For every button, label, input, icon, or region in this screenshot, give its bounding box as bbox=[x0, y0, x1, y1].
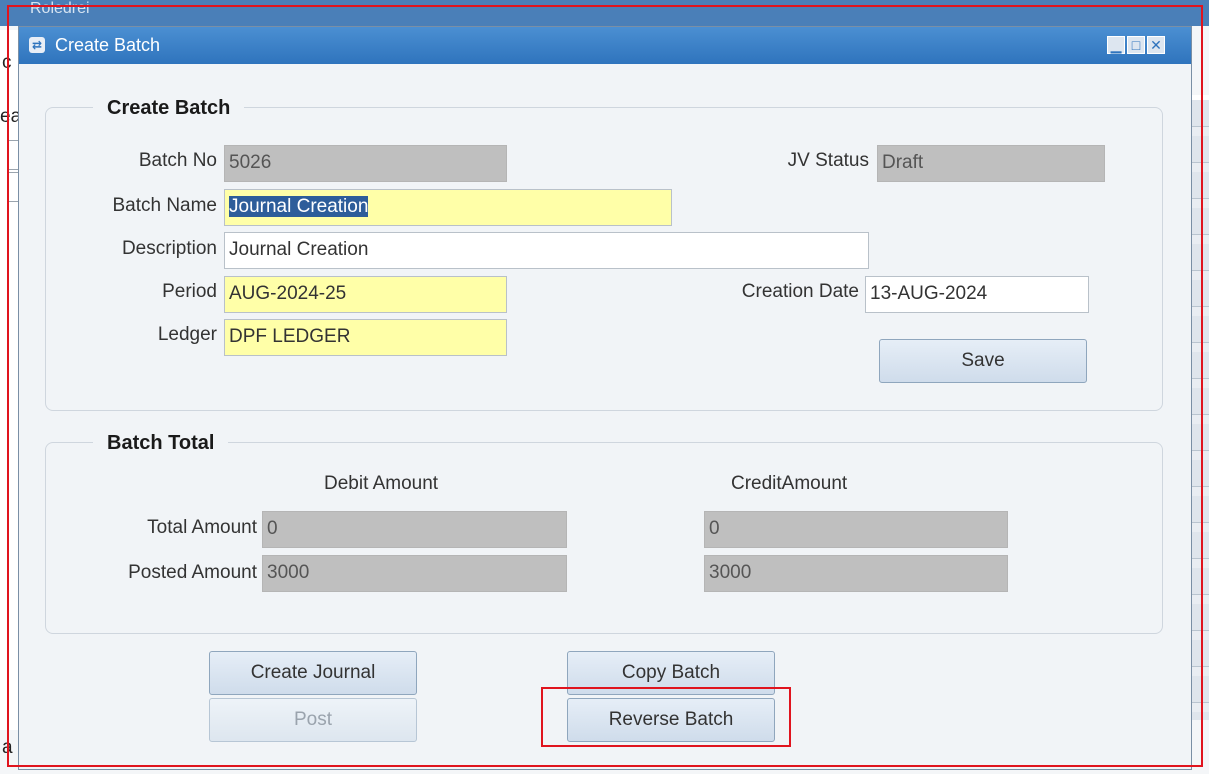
batch-name-label: Batch Name bbox=[112, 195, 217, 216]
posted-debit-field: 3000 bbox=[262, 555, 567, 592]
jv-status-label: JV Status bbox=[787, 150, 869, 171]
background-label-fragment: c bbox=[2, 52, 12, 73]
total-amount-label: Total Amount bbox=[147, 517, 257, 538]
posted-amount-label: Posted Amount bbox=[128, 562, 257, 583]
total-credit-field: 0 bbox=[704, 511, 1008, 548]
batch-name-value: Journal Creation bbox=[229, 196, 369, 217]
post-button[interactable]: Post bbox=[209, 698, 417, 742]
batch-total-group-title: Batch Total bbox=[93, 432, 229, 455]
batch-name-field[interactable]: Journal Creation bbox=[224, 189, 672, 226]
reverse-batch-button[interactable]: Reverse Batch bbox=[567, 698, 775, 742]
background-label-fragment: a bbox=[2, 737, 13, 758]
description-label: Description bbox=[121, 238, 217, 259]
maximize-icon[interactable]: □ bbox=[1127, 36, 1145, 54]
close-icon[interactable]: ✕ bbox=[1147, 36, 1165, 54]
creation-date-label: Creation Date bbox=[741, 281, 859, 302]
background-titlebar: Roledrei bbox=[0, 0, 1209, 26]
total-debit-field: 0 bbox=[262, 511, 567, 548]
batch-no-label: Batch No bbox=[138, 150, 217, 171]
save-button[interactable]: Save bbox=[879, 339, 1087, 383]
creation-date-field[interactable]: 13-AUG-2024 bbox=[865, 276, 1089, 313]
period-label: Period bbox=[162, 281, 217, 302]
jv-status-field: Draft bbox=[877, 145, 1105, 182]
credit-amount-header: CreditAmount bbox=[731, 473, 848, 494]
minimize-icon[interactable]: ▁ bbox=[1107, 36, 1125, 54]
ledger-label: Ledger bbox=[157, 324, 217, 345]
debit-amount-header: Debit Amount bbox=[324, 473, 439, 494]
period-field[interactable]: AUG-2024-25 bbox=[224, 276, 507, 313]
create-batch-group-title: Create Batch bbox=[93, 97, 245, 120]
window-app-icon: ⇄ bbox=[29, 37, 45, 53]
ledger-field[interactable]: DPF LEDGER bbox=[224, 319, 507, 356]
create-journal-button[interactable]: Create Journal bbox=[209, 651, 417, 695]
dialog-title: Create Batch bbox=[55, 35, 161, 55]
background-title: Roledrei bbox=[30, 0, 90, 17]
posted-credit-field: 3000 bbox=[704, 555, 1008, 592]
background-grid bbox=[1192, 100, 1209, 720]
batch-no-field: 5026 bbox=[224, 145, 507, 182]
create-batch-dialog: ⇄ Create Batch ▁ □ ✕ Create Batch Batch … bbox=[18, 26, 1192, 770]
dialog-titlebar[interactable]: ⇄ Create Batch ▁ □ ✕ bbox=[19, 27, 1191, 64]
description-field[interactable]: Journal Creation bbox=[224, 232, 869, 269]
copy-batch-button[interactable]: Copy Batch bbox=[567, 651, 775, 695]
